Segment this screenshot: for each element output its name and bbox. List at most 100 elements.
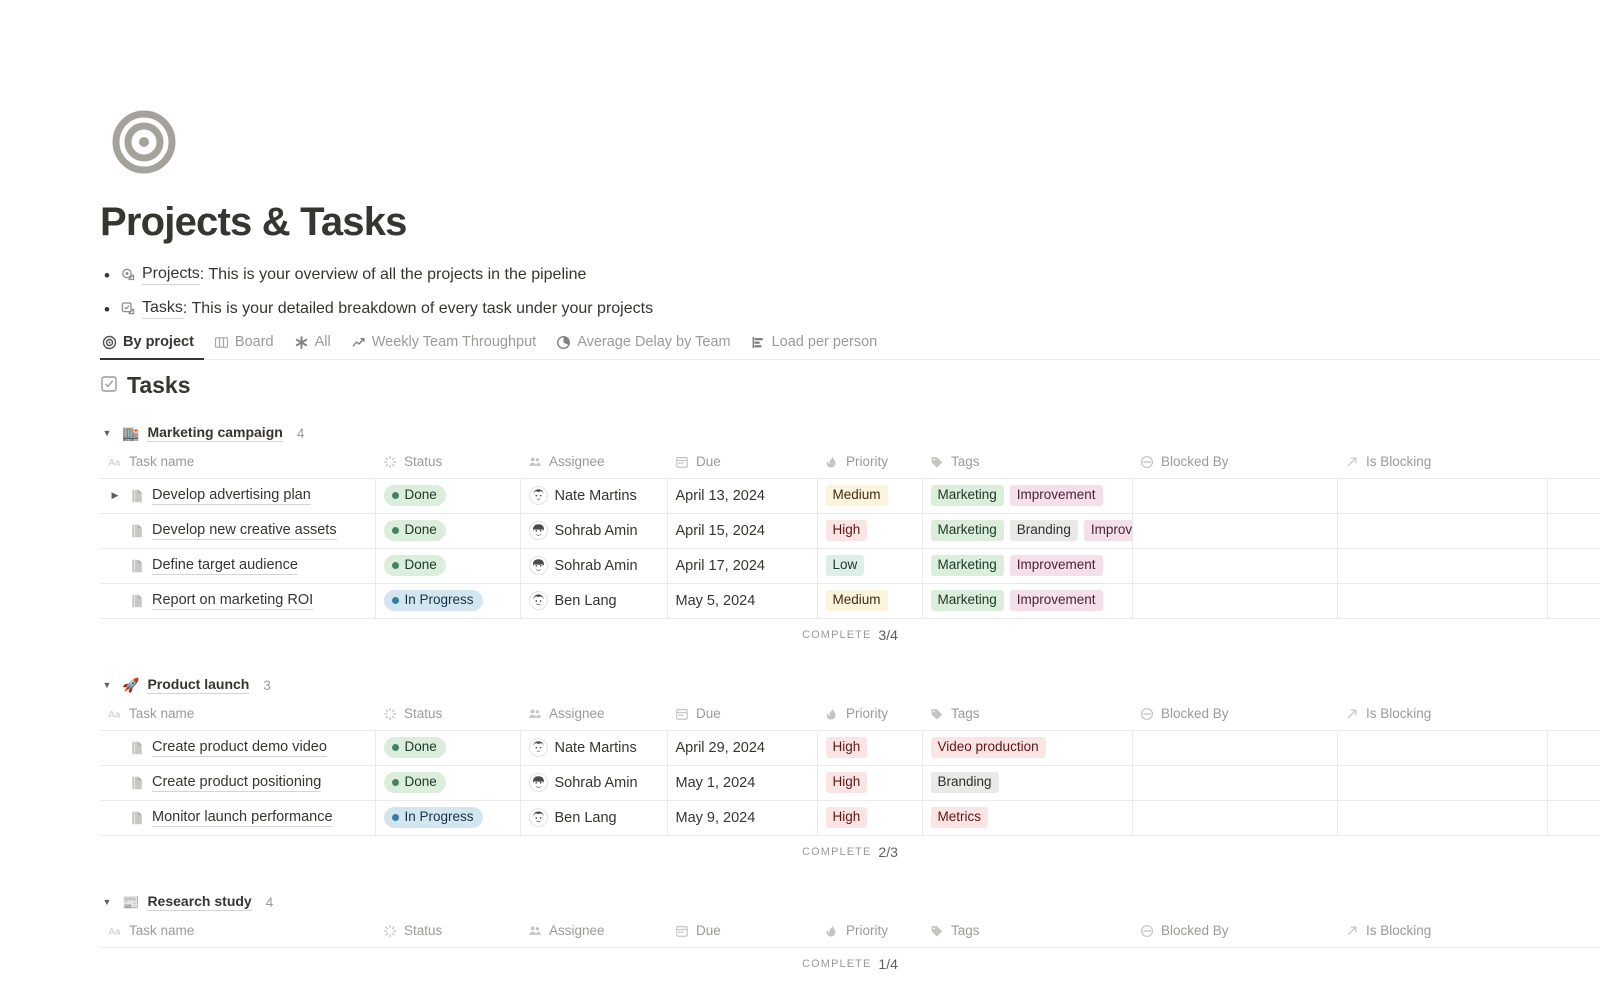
cell-tags[interactable]: Metrics [921, 800, 1132, 836]
column-header-assignee[interactable]: Assignee [520, 698, 667, 731]
cell-priority[interactable]: High [816, 730, 922, 766]
column-header-tags[interactable]: Tags [922, 446, 1132, 479]
cell-priority[interactable]: Medium [816, 478, 922, 514]
cell-assignee[interactable]: Nate Martins [519, 730, 667, 766]
cell-is-blocking[interactable] [1336, 765, 1547, 801]
cell-priority[interactable]: Low [816, 548, 922, 584]
cell-priority[interactable]: High [816, 800, 922, 836]
cell-due[interactable]: April 13, 2024 [666, 478, 817, 514]
cell-blocked-by[interactable] [1131, 513, 1337, 549]
cell-blocked-by[interactable] [1131, 800, 1337, 836]
column-header-tags[interactable]: Tags [922, 915, 1132, 948]
collapse-group-caret-icon[interactable]: ▼ [100, 678, 114, 692]
cell-tags[interactable]: Marketing Improvement [921, 478, 1132, 514]
cell-blocked-by[interactable] [1131, 730, 1337, 766]
cell-task-name[interactable]: Report on marketing ROI [100, 583, 375, 619]
cell-blocked-by[interactable] [1131, 765, 1337, 801]
table-row[interactable]: Create product positioning Done Sohrab Ami… [100, 765, 1600, 801]
cell-is-blocking[interactable] [1336, 730, 1547, 766]
tab-load-per-person[interactable]: Load per person [741, 334, 888, 359]
column-header-task[interactable]: Aa Task name [100, 915, 375, 948]
table-row[interactable]: Define target audience Done Sohrab Amin Apr… [100, 548, 1600, 584]
cell-assignee[interactable]: Nate Martins [519, 478, 667, 514]
column-header-due[interactable]: Due [667, 698, 817, 731]
cell-priority[interactable]: High [816, 765, 922, 801]
tab-average-delay-by-team[interactable]: Average Delay by Team [546, 334, 740, 359]
column-header-is_blocking[interactable]: Is Blocking [1337, 446, 1547, 479]
cell-is-blocking[interactable] [1336, 800, 1547, 836]
cell-tags[interactable]: Marketing Improvement [921, 548, 1132, 584]
column-header-status[interactable]: Status [375, 698, 520, 731]
tab-weekly-team-throughput[interactable]: Weekly Team Throughput [341, 334, 546, 359]
cell-is-blocking[interactable] [1336, 513, 1547, 549]
cell-task-name[interactable]: Monitor launch performance [100, 800, 375, 836]
cell-blocked-by[interactable] [1131, 583, 1337, 619]
column-header-assignee[interactable]: Assignee [520, 446, 667, 479]
column-header-due[interactable]: Due [667, 446, 817, 479]
tab-all[interactable]: All [284, 334, 341, 359]
cell-status[interactable]: Done [374, 730, 520, 766]
cell-task-name[interactable]: Create product demo video [100, 730, 375, 766]
tasks-link[interactable]: Tasks [142, 299, 183, 319]
projects-link[interactable]: Projects [142, 265, 200, 285]
cell-status[interactable]: Done [374, 478, 520, 514]
cell-is-blocking[interactable] [1336, 548, 1547, 584]
table-row[interactable]: Develop new creative assets Done Sohrab Am… [100, 513, 1600, 549]
column-header-blocked_by[interactable]: Blocked By [1132, 446, 1337, 479]
cell-priority[interactable]: Medium [816, 583, 922, 619]
cell-due[interactable]: April 15, 2024 [666, 513, 817, 549]
cell-priority[interactable]: High [816, 513, 922, 549]
cell-status[interactable]: Done [374, 513, 520, 549]
column-header-status[interactable]: Status [375, 915, 520, 948]
cell-tags[interactable]: Marketing Improvement [921, 583, 1132, 619]
cell-tags[interactable]: Video production [921, 730, 1132, 766]
cell-status[interactable]: Done [374, 548, 520, 584]
column-header-status[interactable]: Status [375, 446, 520, 479]
table-row[interactable]: Monitor launch performance In Progress Ben… [100, 800, 1600, 836]
column-header-blocked_by[interactable]: Blocked By [1132, 698, 1337, 731]
cell-blocked-by[interactable] [1131, 548, 1337, 584]
cell-task-name[interactable]: Create product positioning [100, 765, 375, 801]
group-header[interactable]: ▼ 📰 Research study 4 [100, 889, 1600, 915]
cell-assignee[interactable]: Sohrab Amin [519, 548, 667, 584]
column-header-tags[interactable]: Tags [922, 698, 1132, 731]
column-header-priority[interactable]: Priority [817, 446, 922, 479]
column-header-task[interactable]: Aa Task name [100, 446, 375, 479]
table-row[interactable]: ▶ Develop advertising plan Done Nate Martin… [100, 478, 1600, 514]
cell-tags[interactable]: MarketingBrandingImprovement [921, 513, 1132, 549]
cell-blocked-by[interactable] [1131, 478, 1337, 514]
column-header-blocked_by[interactable]: Blocked By [1132, 915, 1337, 948]
cell-is-blocking[interactable] [1336, 478, 1547, 514]
cell-due[interactable]: April 29, 2024 [666, 730, 817, 766]
column-header-is_blocking[interactable]: Is Blocking [1337, 915, 1547, 948]
cell-status[interactable]: In Progress [374, 583, 520, 619]
cell-due[interactable]: April 17, 2024 [666, 548, 817, 584]
cell-task-name[interactable]: ▶ Develop advertising plan [100, 478, 375, 514]
cell-status[interactable]: In Progress [374, 800, 520, 836]
cell-assignee[interactable]: Sohrab Amin [519, 765, 667, 801]
collapse-group-caret-icon[interactable]: ▼ [100, 895, 114, 909]
column-header-assignee[interactable]: Assignee [520, 915, 667, 948]
column-header-priority[interactable]: Priority [817, 915, 922, 948]
tab-by-project[interactable]: By project [100, 334, 204, 360]
column-header-due[interactable]: Due [667, 915, 817, 948]
expand-row-caret-icon[interactable]: ▶ [108, 490, 122, 501]
cell-due[interactable]: May 9, 2024 [666, 800, 817, 836]
group-header[interactable]: ▼ 🚀 Product launch 3 [100, 672, 1600, 698]
tab-board[interactable]: Board [204, 334, 284, 359]
table-row[interactable]: Report on marketing ROI In Progress Ben La… [100, 583, 1600, 619]
group-header[interactable]: ▼ 🏬 Marketing campaign 4 [100, 420, 1600, 446]
cell-tags[interactable]: Branding [921, 765, 1132, 801]
cell-due[interactable]: May 1, 2024 [666, 765, 817, 801]
cell-status[interactable]: Done [374, 765, 520, 801]
cell-assignee[interactable]: Sohrab Amin [519, 513, 667, 549]
cell-assignee[interactable]: Ben Lang [519, 800, 667, 836]
column-header-task[interactable]: Aa Task name [100, 698, 375, 731]
cell-task-name[interactable]: Develop new creative assets [100, 513, 375, 549]
cell-task-name[interactable]: Define target audience [100, 548, 375, 584]
cell-assignee[interactable]: Ben Lang [519, 583, 667, 619]
collapse-group-caret-icon[interactable]: ▼ [100, 426, 114, 440]
column-header-is_blocking[interactable]: Is Blocking [1337, 698, 1547, 731]
cell-is-blocking[interactable] [1336, 583, 1547, 619]
column-header-priority[interactable]: Priority [817, 698, 922, 731]
